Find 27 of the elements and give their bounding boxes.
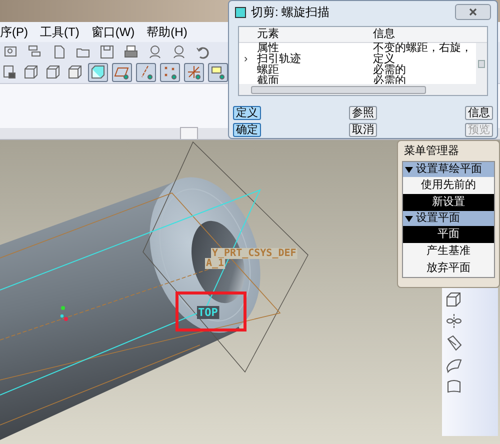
dialog-button[interactable]: 确定	[233, 123, 261, 137]
section-header[interactable]: 设置平面	[403, 211, 494, 226]
current-row-marker: ›	[244, 53, 248, 65]
menu-item[interactable]: 工具(T)	[28, 23, 80, 41]
dialog-button[interactable]: 定义	[233, 106, 261, 120]
datum-label: Y_PRT_CSYS_DEF	[212, 248, 296, 259]
section-header[interactable]: 设置草绘平面	[403, 162, 494, 177]
menu-item[interactable]: 窗口(W)	[79, 23, 135, 41]
table-cell[interactable]: 属性	[257, 42, 279, 54]
panel-title: 菜单管理器	[403, 144, 460, 159]
datum-label: A_1	[206, 258, 224, 269]
dialog-button[interactable]: 信息	[464, 106, 493, 120]
table-cell: 不变的螺距，右旋，	[373, 42, 472, 54]
column-header[interactable]: 信息	[373, 27, 395, 43]
table-cell[interactable]: 扫引轨迹	[257, 53, 301, 65]
menu-item[interactable]: 序(P)	[0, 23, 28, 41]
dialog-button[interactable]: 参照	[348, 106, 377, 120]
dialog-title: 切剪: 螺旋扫描	[251, 4, 330, 21]
table-cell: 必需的	[373, 64, 406, 76]
dialog-button[interactable]: 取消	[348, 123, 377, 137]
datum-label: TOP	[198, 306, 218, 319]
menu-item[interactable]: 新设置	[403, 194, 494, 211]
table-cell: 定义	[373, 53, 395, 65]
menu-item[interactable]: 帮助(H)	[134, 23, 188, 41]
table-cell[interactable]: 螺距	[257, 64, 279, 76]
column-header[interactable]: 元素	[257, 27, 279, 43]
menu-item[interactable]: 平面	[403, 226, 494, 243]
